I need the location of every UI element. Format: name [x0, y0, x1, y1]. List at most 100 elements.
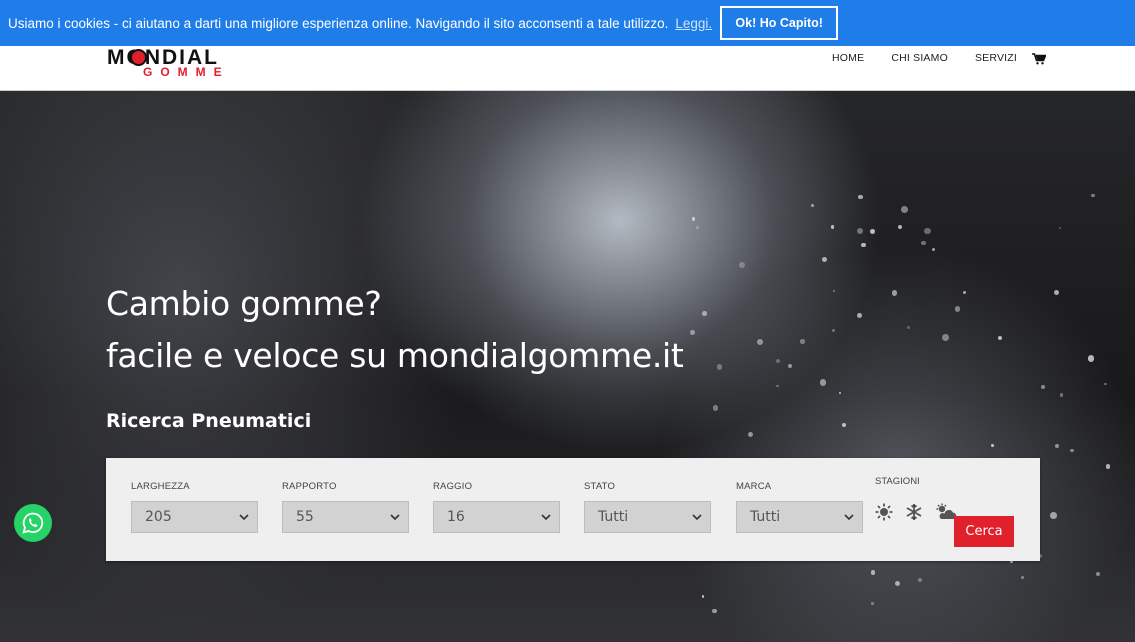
snowflake-icon[interactable]: [905, 503, 923, 521]
water-drop: [691, 217, 696, 221]
chevron-down-icon: [239, 513, 249, 520]
water-drop: [1055, 443, 1060, 448]
water-drop: [991, 443, 994, 447]
larghezza-select[interactable]: 205: [131, 501, 258, 533]
water-drop: [924, 227, 931, 235]
hero-title-line2: facile e veloce su mondialgomme.it: [106, 336, 684, 375]
field-larghezza: LARGHEZZA 205: [131, 481, 258, 533]
raggio-select[interactable]: 16: [433, 501, 560, 533]
season-options: [875, 503, 965, 521]
water-drop: [842, 423, 847, 428]
logo-subtitle: GOMME: [143, 65, 230, 79]
field-label: RAPPORTO: [282, 481, 337, 492]
water-drop: [1040, 384, 1045, 389]
all-season-icon[interactable]: [935, 503, 957, 521]
water-drop: [871, 601, 874, 605]
water-drop: [776, 384, 779, 388]
water-drop: [775, 358, 780, 363]
water-drop: [819, 379, 827, 387]
water-drop: [1021, 576, 1024, 579]
water-drop: [830, 225, 835, 229]
water-drop: [931, 247, 936, 252]
marca-select[interactable]: Tutti: [736, 501, 863, 533]
water-drop: [917, 578, 923, 583]
water-drop: [997, 336, 1002, 341]
cookie-message: Usiamo i cookies - ci aiutano a darti un…: [8, 15, 669, 31]
whatsapp-icon[interactable]: [14, 504, 52, 542]
select-value: 16: [447, 509, 465, 525]
water-drop: [921, 240, 926, 246]
water-drop: [857, 228, 864, 235]
chevron-down-icon: [692, 513, 702, 520]
cookie-banner: Usiamo i cookies - ci aiutano a darti un…: [0, 0, 1135, 46]
water-drop: [1060, 393, 1064, 397]
chevron-down-icon: [844, 513, 854, 520]
water-drop: [856, 313, 862, 319]
water-drop: [810, 203, 814, 207]
water-drop: [962, 291, 966, 295]
water-drop: [1105, 464, 1111, 469]
water-drop: [1058, 226, 1062, 229]
water-drop: [756, 338, 763, 346]
field-label: MARCA: [736, 481, 772, 492]
globe-icon: [130, 49, 147, 66]
water-drop: [954, 306, 961, 312]
nav-chi-siamo[interactable]: CHI SIAMO: [891, 52, 948, 64]
water-drop: [1087, 355, 1095, 362]
nav-servizi[interactable]: SERVIZI: [975, 52, 1017, 64]
stato-select[interactable]: Tutti: [584, 501, 711, 533]
water-drop: [832, 290, 836, 293]
cart-icon[interactable]: [1032, 52, 1047, 65]
water-drop: [906, 326, 910, 330]
water-drop: [1095, 571, 1101, 577]
water-drop: [712, 609, 717, 614]
water-drop: [870, 570, 876, 575]
search-button[interactable]: Cerca: [954, 516, 1014, 547]
hero-title-line1: Cambio gomme?: [106, 284, 382, 323]
water-drop: [869, 229, 875, 235]
water-drop: [787, 363, 793, 369]
water-drop: [738, 261, 745, 268]
rapporto-select[interactable]: 55: [282, 501, 409, 533]
water-drop: [1103, 382, 1107, 386]
nav-home[interactable]: HOME: [832, 52, 864, 64]
water-drop: [941, 334, 949, 342]
field-label: STATO: [584, 481, 616, 492]
water-drop: [1091, 194, 1095, 198]
water-drop: [897, 224, 902, 229]
water-drop: [696, 226, 699, 229]
water-drop: [1070, 448, 1074, 453]
tyre-search-panel: LARGHEZZA 205 RAPPORTO 55 RAGGIO 16 STAT…: [106, 458, 1040, 561]
water-drop: [901, 206, 908, 213]
water-drop: [831, 328, 836, 333]
water-drop: [717, 364, 723, 370]
cookie-accept-button[interactable]: Ok! Ho Capito!: [720, 6, 839, 40]
chevron-down-icon: [390, 513, 400, 520]
field-stato: STATO Tutti: [584, 481, 711, 533]
field-label: RAGGIO: [433, 481, 473, 492]
logo[interactable]: MONDIAL GOMME: [107, 46, 247, 80]
water-drop: [1049, 512, 1057, 519]
water-drop: [702, 311, 707, 316]
select-value: Tutti: [598, 509, 629, 525]
chevron-down-icon: [541, 513, 551, 520]
seasons-filter: STAGIONI: [875, 471, 965, 521]
field-rapporto: RAPPORTO 55: [282, 481, 409, 533]
seasons-label: STAGIONI: [875, 476, 920, 487]
water-drop: [712, 405, 719, 411]
search-heading: Ricerca Pneumatici: [106, 410, 312, 432]
field-marca: MARCA Tutti: [736, 481, 863, 533]
water-drop: [861, 242, 866, 248]
water-drop: [701, 594, 705, 598]
water-drop: [690, 330, 696, 335]
water-drop: [747, 431, 754, 438]
water-drop: [822, 257, 827, 262]
water-drop: [838, 391, 841, 395]
water-drop: [799, 339, 805, 345]
select-value: 55: [296, 509, 314, 525]
cookie-read-more-link[interactable]: Leggi.: [675, 16, 712, 31]
sun-icon[interactable]: [875, 503, 893, 521]
select-value: Tutti: [750, 509, 781, 525]
water-drop: [894, 580, 900, 587]
select-value: 205: [145, 509, 172, 525]
